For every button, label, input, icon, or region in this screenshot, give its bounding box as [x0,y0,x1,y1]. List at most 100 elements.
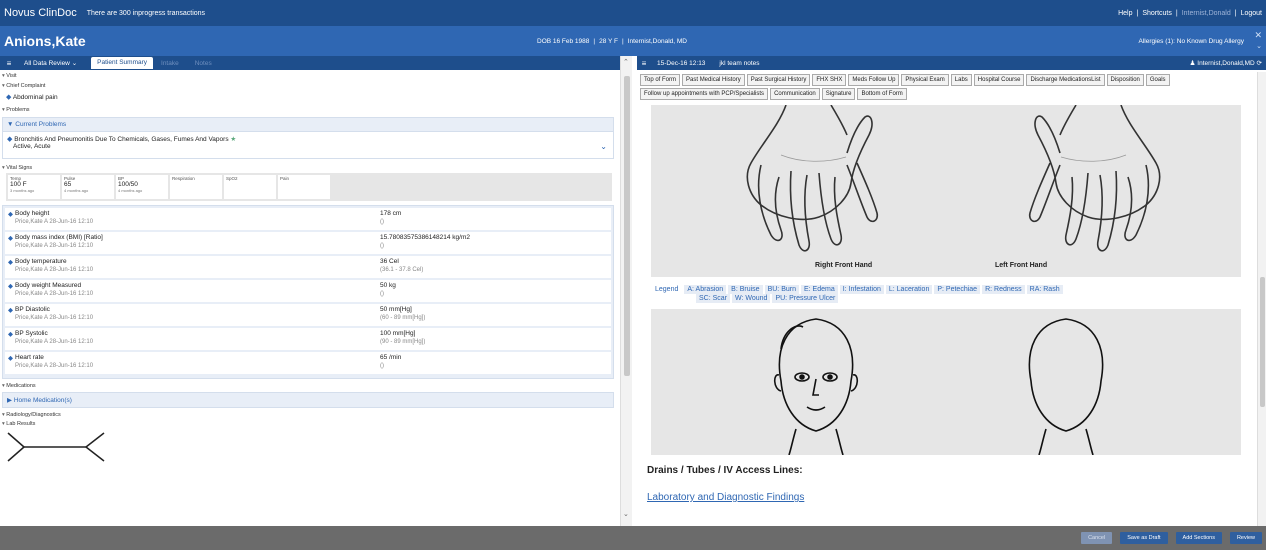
problems-header[interactable]: ▾ Problems [0,107,620,113]
section-nav-button[interactable]: Labs [950,74,972,86]
view-dropdown[interactable]: All Data Review ⌄ [18,59,83,67]
section-nav-button[interactable]: Signature [821,88,856,100]
section-nav-button[interactable]: Goals [1145,74,1170,86]
section-nav-button[interactable]: Communication [770,88,820,100]
vital-range: (60 - 89 mm[Hg]) [380,315,426,321]
hand-diagram[interactable]: Right Front Hand Left Front Hand [651,105,1241,277]
vital-signs-header[interactable]: ▾ Vital Signs [0,165,620,171]
note-date: 15-Dec-16 12:13 [657,59,706,67]
legend-item: P: Petechiae [934,285,981,294]
lab-findings-link[interactable]: Laboratory and Diagnostic Findings [647,492,804,503]
expand-chevron-icon[interactable]: ⌄ [600,142,607,151]
vital-row[interactable]: ◆ Body weight Measured Price,Kate A 28-Jun… [5,280,611,302]
left-scroll-thumb[interactable] [624,76,630,376]
vital-row[interactable]: ◆ Body mass index (BMI) [Ratio] Price,Kate… [5,232,611,254]
section-nav-button[interactable]: Hospital Course [973,74,1025,86]
section-nav-button[interactable]: Top of Form [640,74,681,86]
section-nav-button[interactable]: Discharge MedicationsList [1026,74,1105,86]
note-author-name: Internist,Donald,MD [1197,60,1255,67]
tab-notes[interactable]: Notes [187,60,220,67]
vital-range: () [380,363,384,369]
chief-complaint-header[interactable]: ▾ Chief Complaint [0,83,620,89]
allergy-summary[interactable]: Allergies (1): No Known Drug Allergy [1139,26,1245,56]
vital-name: Body mass index (BMI) [Ratio] [15,234,103,241]
help-link[interactable]: Help [1118,10,1132,17]
patient-age-sex: 28 Y F [599,37,619,45]
vital-row[interactable]: ◆ BP Diastolic Price,Kate A 28-Jun-16 12:1… [5,304,611,326]
legend-item: BU: Burn [764,285,799,294]
tile-value: 100/50 [118,181,138,188]
close-icon[interactable]: ✕ [1254,30,1262,41]
chief-complaint-value: Abdominal pain [12,94,58,101]
tile-age: 4 months ago [118,188,143,193]
section-nav-button[interactable]: FHX SHX [812,74,847,86]
pin-icon: ◆ [8,331,13,338]
note-author[interactable]: ♟ Internist,Donald,MD ⟳ [1190,59,1262,67]
vital-tiles: Temp 100 F3 months ago Pulse 65 4 months ag… [6,173,612,201]
patient-banner: Anions,Kate DOB 16 Feb 1988 | 28 Y F | Int… [0,26,1266,56]
drains-section-title: Drains / Tubes / IV Access Lines: [647,465,803,476]
vital-tile-pulse[interactable]: Pulse 65 4 months ago [62,175,114,199]
current-problems-header[interactable]: ▼ Current Problems [3,118,613,132]
problem-name: Bronchitis And Pneumonitis Due To Chemic… [14,136,229,143]
patient-name: Anions,Kate [4,33,86,49]
right-scroll-thumb[interactable] [1260,277,1265,407]
lab-fishbone-diagram[interactable] [4,429,114,465]
home-medications-block: ▶ Home Medication(s) [2,392,614,408]
star-icon[interactable]: ★ [230,136,236,143]
visit-section-header[interactable]: ▾ Visit [0,73,620,79]
current-problems-label: Current Problems [15,121,67,128]
medications-header[interactable]: ▾ Medications [0,383,620,389]
section-nav-button[interactable]: Bottom of Form [857,88,907,100]
chevron-down-icon[interactable]: ⌄ [1256,42,1262,50]
scroll-up-icon[interactable]: ⌃ [623,58,629,66]
vital-signs-label: Vital Signs [6,165,33,171]
note-title: jkl team notes [719,59,760,67]
vital-tile-temp[interactable]: Temp 100 F3 months ago [8,175,60,199]
inprogress-notice[interactable]: There are 300 inprogress transactions [87,10,205,17]
vital-tile-spo2[interactable]: SpO2 [224,175,276,199]
logout-link[interactable]: Logout [1241,10,1262,17]
vital-row[interactable]: ◆ Body height Price,Kate A 28-Jun-16 12:10… [5,208,611,230]
left-tab-bar: ≡ All Data Review ⌄ Patient Summary Inta… [0,56,620,70]
head-diagram[interactable] [651,309,1241,456]
legend-item: RA: Rash [1026,285,1063,294]
shortcuts-link[interactable]: Shortcuts [1142,10,1172,17]
right-scrollbar[interactable] [1257,72,1266,526]
lab-results-header[interactable]: ▾ Lab Results [0,421,620,427]
section-nav-button[interactable]: Physical Exam [901,74,949,86]
vital-row[interactable]: ◆ BP Systolic Price,Kate A 28-Jun-16 12:10… [5,328,611,350]
vital-row[interactable]: ◆ Body temperature Price,Kate A 28-Jun-16 … [5,256,611,278]
tab-intake[interactable]: Intake [153,60,187,67]
section-nav-button[interactable]: Meds Follow Up [848,74,900,86]
vital-tile-respiration[interactable]: Respiration [170,175,222,199]
action-footer: Cancel Save as Draft Add Sections Review [0,526,1266,550]
section-nav-button[interactable]: Past Medical History [682,74,745,86]
section-nav-button[interactable]: Follow up appointments with PCP/Speciali… [640,88,769,100]
note-menu-icon[interactable]: ≡ [637,59,651,68]
current-problems-block: ▼ Current Problems ◆ Bronchitis And Pneu… [2,117,614,159]
add-sections-button[interactable]: Add Sections [1175,532,1222,544]
left-scrollbar[interactable]: ⌃ ⌄ [620,56,632,526]
vital-tile-pain[interactable]: Pain [278,175,330,199]
radiology-header[interactable]: ▾ Radiology/Diagnostics [0,412,620,418]
scroll-down-icon[interactable]: ⌄ [623,510,629,518]
top-links: Help | Shortcuts | Internist,Donald | Logou… [1118,9,1262,17]
problem-row[interactable]: ◆ Bronchitis And Pneumonitis Due To Chem… [3,132,613,158]
vital-tile-bp[interactable]: BP 100/50 4 months ago [116,175,168,199]
save-draft-button[interactable]: Save as Draft [1120,532,1168,544]
cancel-button[interactable]: Cancel [1081,532,1113,544]
vital-value: 50 kg [380,282,396,289]
review-button[interactable]: Review [1229,532,1262,544]
tab-patient-summary[interactable]: Patient Summary [91,57,154,69]
hamburger-menu-icon[interactable]: ≡ [0,59,18,68]
section-nav-button[interactable]: Disposition [1106,74,1144,86]
section-nav-button[interactable]: Past Surgical History [746,74,811,86]
pin-icon: ◆ [8,355,13,362]
tile-label: Pain [280,176,290,181]
vital-value: 178 cm [380,210,402,217]
pin-icon: ◆ [7,136,13,143]
vital-row[interactable]: ◆ Heart rate Price,Kate A 28-Jun-16 12:10 6… [5,352,611,374]
user-link[interactable]: Internist,Donald [1182,10,1231,17]
home-medications-header[interactable]: ▶ Home Medication(s) [3,393,613,407]
